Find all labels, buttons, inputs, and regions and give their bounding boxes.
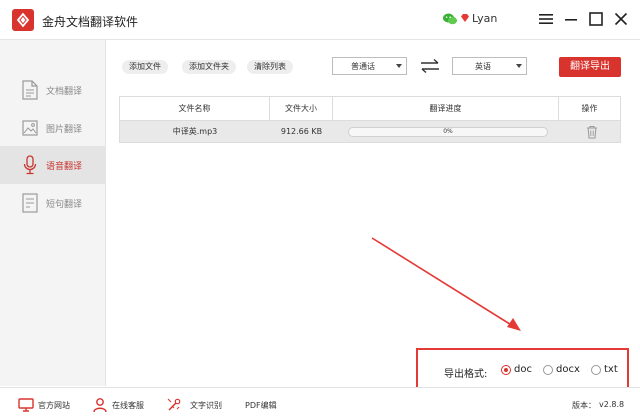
column-header-file-name: 文件名称: [120, 97, 270, 120]
footer: 官方网站 在线客服 文字识别 PDF编辑 版本： v2.8.8: [0, 387, 640, 420]
table-row[interactable]: 中译英.mp3 912.66 KB 0%: [119, 121, 621, 143]
file-name-cell: 中译英.mp3: [172, 127, 218, 136]
app-logo-icon: [12, 9, 34, 31]
pdf-edit-label: PDF编辑: [245, 401, 277, 410]
app-title: 金舟文档翻译软件: [42, 15, 139, 29]
monitor-icon: [18, 397, 34, 413]
sidebar-item-sentence-translate[interactable]: 短句翻译: [0, 184, 106, 222]
microphone-icon: [22, 155, 38, 175]
online-support-label: 在线客服: [112, 401, 144, 410]
column-header-file-size: 文件大小: [270, 97, 333, 120]
export-format-group: 导出格式: doc docx txt: [416, 348, 629, 389]
progress-percent: 0%: [443, 128, 453, 135]
close-icon[interactable]: [613, 11, 629, 27]
target-language-select[interactable]: 英语: [452, 57, 527, 75]
table-header: 文件名称 文件大小 翻译进度 操作: [119, 96, 621, 121]
export-format-label: 导出格式:: [444, 369, 488, 380]
sidebar-item-label: 图片翻译: [46, 125, 83, 135]
maximize-icon[interactable]: [588, 11, 604, 27]
image-icon: [22, 118, 38, 138]
sidebar-item-image-translate[interactable]: 图片翻译: [0, 109, 106, 147]
person-icon: [92, 397, 108, 413]
chevron-down-icon: [516, 64, 522, 68]
note-icon: [22, 193, 38, 213]
progress-bar: 0%: [348, 127, 548, 137]
sidebar-item-voice-translate[interactable]: 语音翻译: [0, 146, 106, 184]
sidebar-item-label: 文档翻译: [46, 87, 83, 97]
add-file-button[interactable]: 添加文件: [122, 60, 168, 74]
sidebar-item-document-translate[interactable]: 文档翻译: [0, 71, 106, 109]
sidebar: 文档翻译 图片翻译 语音翻译 短句翻译: [0, 40, 106, 386]
version-number: v2.8.8: [599, 400, 625, 409]
radio-doc[interactable]: [501, 365, 511, 375]
ocr-label: 文字识别: [190, 401, 222, 410]
translate-export-button[interactable]: 翻译导出: [559, 57, 621, 77]
file-size-cell: 912.66 KB: [280, 127, 323, 136]
username[interactable]: Lyan: [472, 12, 497, 25]
minimize-icon[interactable]: [563, 11, 579, 27]
radio-txt[interactable]: [591, 365, 601, 375]
official-website-label: 官方网站: [38, 401, 70, 410]
source-language-value: 普通话: [351, 62, 375, 71]
version-label: 版本：: [572, 401, 596, 410]
sidebar-item-label: 短句翻译: [46, 200, 83, 210]
title-bar: 金舟文档翻译软件 Lyan: [0, 0, 640, 40]
source-language-select[interactable]: 普通话: [332, 57, 407, 75]
menu-icon[interactable]: [538, 11, 554, 27]
column-header-progress: 翻译进度: [333, 97, 559, 120]
radio-docx[interactable]: [543, 365, 553, 375]
column-header-actions: 操作: [581, 104, 598, 113]
radio-docx-label[interactable]: docx: [556, 364, 580, 375]
radio-txt-label[interactable]: txt: [604, 364, 618, 375]
tools-icon: [166, 397, 182, 413]
add-folder-button[interactable]: 添加文件夹: [182, 60, 236, 74]
target-language-value: 英语: [475, 62, 491, 71]
document-icon: [22, 80, 38, 100]
wechat-icon[interactable]: [442, 11, 458, 27]
chevron-down-icon: [396, 64, 402, 68]
radio-doc-label[interactable]: doc: [514, 364, 532, 375]
vip-diamond-icon: [460, 13, 470, 23]
swap-languages-icon[interactable]: [419, 58, 441, 74]
trash-icon[interactable]: [586, 125, 598, 139]
clear-list-button[interactable]: 清除列表: [247, 60, 293, 74]
sidebar-item-label: 语音翻译: [46, 162, 83, 172]
